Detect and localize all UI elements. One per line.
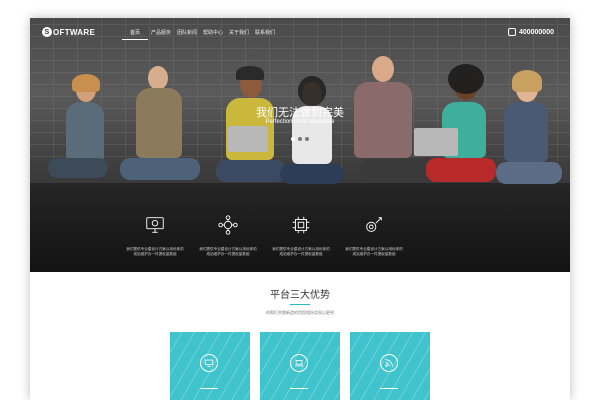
top-navigation: S OFTWARE 首页 产品服务 团队新闻 帮助中心 关于我们 联系我们 40…	[30, 18, 570, 48]
feature-item: 我们提供专业建设计方案以用优体的 成站维护办一件提权量数组	[193, 214, 263, 257]
slider-dot-1[interactable]	[291, 137, 295, 141]
browser-page: S OFTWARE 首页 产品服务 团队新闻 帮助中心 关于我们 联系我们 40…	[30, 18, 570, 400]
section-title: 平台三大优势	[270, 290, 330, 301]
phone-icon	[507, 28, 516, 36]
hero-title: 我们无法做到完美	[256, 107, 344, 119]
laptop-icon	[290, 354, 308, 372]
rocket-gear-icon	[366, 217, 382, 232]
logo-text: OFTWARE	[53, 27, 96, 37]
nav-item-news[interactable]: 团队新闻	[174, 29, 200, 40]
slider-dot-3[interactable]	[305, 137, 309, 141]
nav-item-about[interactable]: 关于我们	[226, 29, 252, 40]
nav-item-products[interactable]: 产品服务	[148, 29, 174, 40]
brand-logo[interactable]: S OFTWARE	[42, 27, 95, 37]
hero-subtitle: Perfection isnot attainable	[265, 119, 335, 125]
phone-number: 400000000	[518, 28, 554, 36]
slider-dot-2[interactable]	[298, 137, 302, 141]
feature-row: 我们提供专业建设计方案以用优体的 成站维护办一件提权量数组 我们提供专业建设计方…	[126, 214, 450, 264]
feature-text-2: 成站维护办一件提权量数组	[133, 252, 177, 256]
feature-item: 我们提供专业建设计方案以用优体的 成站维护办一件提权量数组	[339, 214, 409, 257]
network-nodes-icon	[218, 215, 238, 235]
rss-icon	[380, 354, 398, 372]
advantage-card-2[interactable]	[260, 332, 340, 400]
phone-contact[interactable]: 400000000	[507, 28, 554, 36]
title-underline	[290, 304, 310, 305]
advantage-card-1[interactable]	[170, 332, 250, 400]
nav-item-help[interactable]: 帮助中心	[200, 29, 226, 40]
card-underline	[380, 388, 398, 389]
hero-banner: S OFTWARE 首页 产品服务 团队新闻 帮助中心 关于我们 联系我们 40…	[30, 18, 570, 272]
feature-text-2: 成站维护办一件提权量数组	[206, 252, 250, 256]
nav-item-home[interactable]: 首页	[122, 29, 148, 40]
card-underline	[200, 388, 218, 389]
feature-text-2: 成站维护办一件提权量数组	[352, 252, 396, 256]
nav-item-contact[interactable]: 联系我们	[252, 29, 278, 40]
logo-badge: S	[42, 27, 52, 37]
monitor-icon	[200, 354, 218, 372]
section-subtitle: 的帮们共期新造的用您相所实现以更则	[266, 310, 334, 315]
card-underline	[290, 388, 308, 389]
chip-icon	[292, 216, 310, 234]
main-menu: 首页 产品服务 团队新闻 帮助中心 关于我们 联系我们	[122, 29, 278, 40]
feature-item: 我们提供专业建设计方案以用优体的 成站维护办一件提权量数组	[266, 214, 336, 257]
monitor-gear-icon	[146, 217, 164, 233]
feature-item: 我们提供专业建设计方案以用优体的 成站维护办一件提权量数组	[120, 214, 190, 257]
slider-dots	[30, 137, 570, 141]
feature-text-2: 成站维护办一件提权量数组	[279, 252, 323, 256]
advantage-card-3[interactable]	[350, 332, 430, 400]
